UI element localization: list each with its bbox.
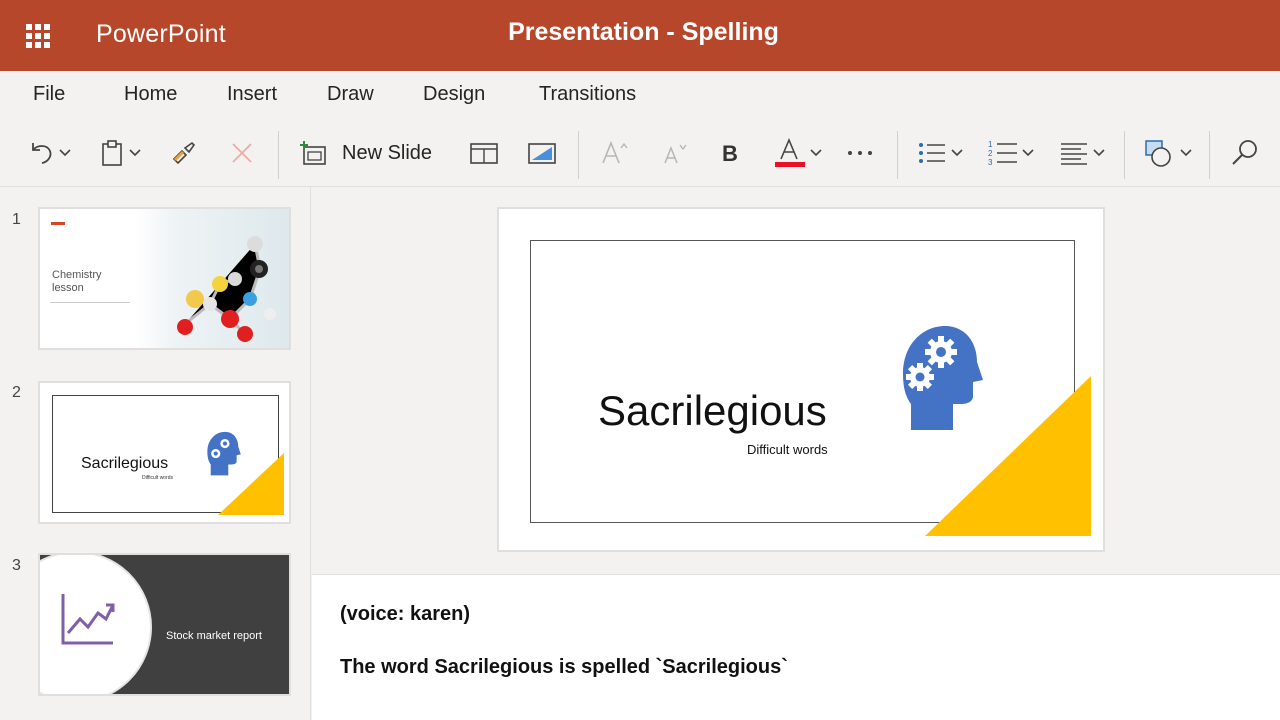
search-button[interactable] [1230,135,1260,171]
shrink-font-icon [664,144,687,164]
chevron-down-icon [1022,149,1034,157]
new-slide-label: New Slide [342,141,433,164]
paste-button[interactable] [99,135,142,171]
ribbon-tabs: File Home Insert Draw Design Transitions [0,71,1280,121]
ribbon-separator [1124,131,1125,179]
slide-thumbnail-3[interactable]: Stock market report [38,553,291,696]
undo-icon [32,143,52,164]
slide-number: 2 [12,384,21,401]
shrink-font-button[interactable] [662,135,690,171]
chevron-down-icon [810,149,822,157]
slide-thumbnail-1[interactable]: Chemistry lesson [38,207,291,350]
tab-home[interactable]: Home [124,83,177,106]
font-color-icon [775,137,805,167]
molecule-image [135,209,289,348]
new-slide-icon [300,141,326,165]
more-options-button[interactable] [845,135,875,171]
align-button[interactable] [1059,135,1106,171]
notes-line-voice[interactable]: (voice: karen) [340,603,470,626]
bullets-button[interactable] [917,135,964,171]
chevron-down-icon [129,149,141,157]
tab-transitions[interactable]: Transitions [539,83,636,106]
align-icon [1061,143,1087,165]
ribbon-separator [1209,131,1210,179]
speaker-notes-pane[interactable]: (voice: karen) The word Sacrilegious is … [312,574,1280,720]
svg-text:2: 2 [988,149,993,158]
thumbnail-title: Sacrilegious [81,455,169,472]
ribbon-separator [578,131,579,179]
grow-font-icon [602,140,628,164]
format-painter-button[interactable] [170,135,198,171]
head-gears-icon [207,431,241,476]
slide-canvas[interactable]: Sacrilegious Difficult words [497,207,1105,552]
slide-number: 3 [12,557,21,574]
chevron-down-icon [1093,149,1105,157]
format-background-button[interactable] [527,135,557,171]
more-icon [848,151,872,155]
tab-design[interactable]: Design [423,83,485,106]
slide-number: 1 [12,211,21,228]
svg-text:1: 1 [988,140,993,149]
delete-button[interactable] [229,135,255,171]
document-title[interactable]: Presentation - Spelling [0,18,1280,47]
clipboard-icon [102,140,122,166]
numbering-icon: 123 [988,140,1017,167]
ribbon-separator [278,131,279,179]
svg-text:B: B [722,141,738,166]
title-bar: PowerPoint Presentation - Spelling [0,0,1280,71]
slide-thumbnail-2[interactable]: Sacrilegious Difficult words [38,381,291,524]
thumbnail-subtitle: Difficult words [142,475,174,481]
bullets-icon [919,143,945,163]
head-gears-icon [903,326,983,430]
trend-chart-icon [61,594,115,645]
thumbnail-title: Stock market report [166,630,262,642]
slide-subtitle[interactable]: Difficult words [747,442,828,457]
tab-insert[interactable]: Insert [227,83,277,106]
ribbon-separator [897,131,898,179]
background-icon [528,143,556,164]
font-color-button[interactable] [774,135,823,171]
layout-button[interactable] [469,135,499,171]
shapes-icon [1145,140,1171,167]
new-slide-button[interactable]: New Slide [298,135,432,171]
chevron-down-icon [1180,149,1192,157]
numbering-button[interactable]: 123 [988,135,1035,171]
delete-icon [232,143,252,163]
bold-icon: B [722,141,738,166]
search-icon [1232,140,1257,165]
title-accent-bar [51,222,65,225]
format-painter-icon [172,141,196,165]
notes-line-spelling[interactable]: The word Sacrilegious is spelled `Sacril… [340,656,788,679]
slide-title[interactable]: Sacrilegious [598,387,827,435]
chevron-down-icon [59,149,71,157]
bold-button[interactable]: B [720,135,744,171]
svg-text:3: 3 [988,158,993,167]
layout-icon [470,143,498,164]
shapes-button[interactable] [1144,135,1193,171]
chevron-down-icon [951,149,963,157]
thumbnail-title: Chemistry lesson [52,269,102,294]
title-underline [50,302,130,303]
tab-file[interactable]: File [33,83,65,106]
undo-button[interactable] [27,135,72,171]
grow-font-button[interactable] [600,135,630,171]
slide-thumbnail-pane: 1 Chemistry lesson 2 Sacrilegious Diffic… [0,187,311,720]
ribbon-toolbar: New Slide B 123 [0,121,1280,187]
tab-draw[interactable]: Draw [327,83,374,106]
